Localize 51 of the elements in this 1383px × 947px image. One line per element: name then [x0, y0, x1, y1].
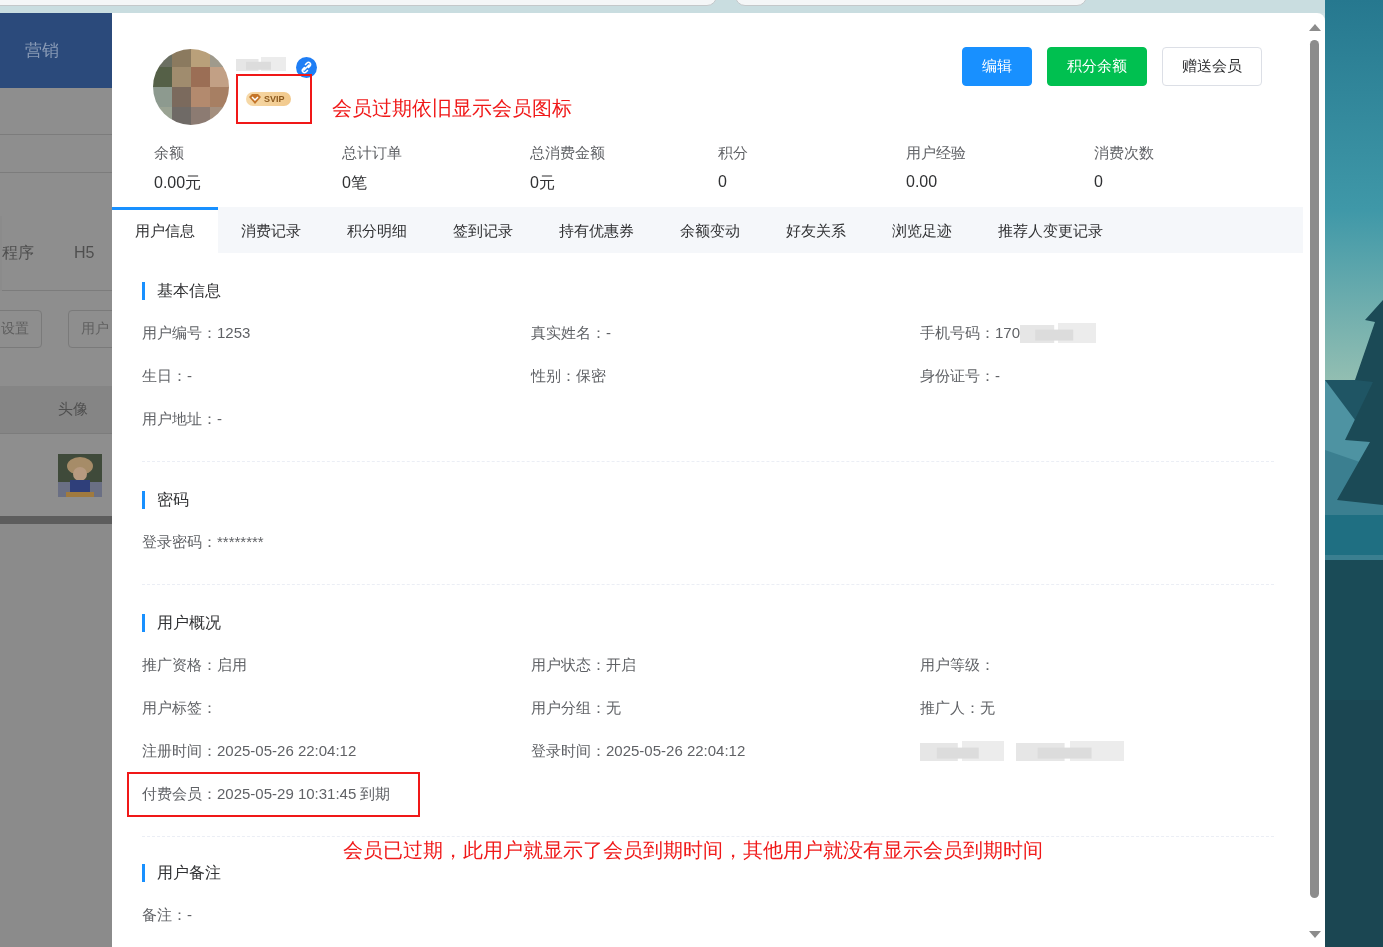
field-text: 用户等级：: [920, 656, 995, 675]
scrollbar[interactable]: [1305, 13, 1325, 947]
action-button[interactable]: 赠送会员: [1162, 47, 1262, 86]
field-text: 真实姓名：-: [531, 324, 611, 343]
stat-value: 0元: [530, 173, 555, 193]
tab[interactable]: 积分明细: [324, 207, 430, 253]
tab[interactable]: 余额变动: [657, 207, 763, 253]
field-text: 用户编号：1253: [142, 324, 251, 343]
field-text: 用户地址：-: [142, 410, 222, 429]
horizontal-scrollbar[interactable]: [0, 516, 112, 524]
field-text: 备注：-: [142, 906, 192, 925]
stat-value: 0笔: [342, 173, 367, 193]
redacted-name: [236, 57, 286, 73]
field-text: 付费会员：2025-05-29 10:31:45 到期: [142, 784, 391, 804]
field-text: 注册时间：2025-05-26 22:04:12: [142, 742, 357, 761]
annotation-text: 会员过期依旧显示会员图标: [332, 96, 572, 121]
tab[interactable]: 用户信息: [112, 207, 218, 253]
field-text: 身份证号：-: [920, 367, 1000, 386]
field-text: 性别：保密: [531, 367, 606, 386]
stat-label: 消费次数: [1094, 144, 1154, 163]
stat-value: 0: [1094, 173, 1103, 191]
section-title: 密码: [157, 489, 189, 510]
field-text: 生日：-: [142, 367, 192, 386]
tab[interactable]: 消费记录: [218, 207, 324, 253]
section-title: 用户备注: [157, 862, 221, 883]
tab[interactable]: 好友关系: [763, 207, 869, 253]
field-text: 手机号码：170: [920, 324, 1021, 343]
tab[interactable]: 持有优惠券: [536, 207, 657, 253]
tab[interactable]: 推荐人变更记录: [975, 207, 1126, 253]
field-text: 用户标签：: [142, 699, 217, 718]
field-text: 推广人：无: [920, 699, 995, 718]
tab[interactable]: 签到记录: [430, 207, 536, 253]
stat-value: 0.00: [906, 173, 938, 191]
stat-label: 总消费金额: [530, 144, 605, 163]
svip-badge: SVIP: [246, 92, 291, 106]
stat-value: 0: [718, 173, 727, 191]
annotation-text: 会员已过期，此用户就显示了会员到期时间，其他用户就没有显示会员到期时间: [343, 837, 1043, 863]
tab[interactable]: 浏览足迹: [869, 207, 975, 253]
link-icon: [296, 57, 317, 78]
field-text: 推广资格：启用: [142, 656, 247, 675]
stat-value: 0.00元: [154, 173, 202, 193]
field-text: 用户分组：无: [531, 699, 621, 718]
field-text: 登录密码：********: [142, 533, 264, 552]
stat-label: 总计订单: [342, 144, 402, 163]
section-title: 基本信息: [157, 280, 221, 301]
section-title: 用户概况: [157, 612, 221, 633]
stat-label: 积分: [718, 144, 748, 163]
stat-label: 用户经验: [906, 144, 966, 163]
stat-label: 余额: [154, 144, 184, 163]
field-text: 用户状态：开启: [531, 656, 636, 675]
field-text: 登录时间：2025-05-26 22:04:12: [531, 742, 746, 761]
